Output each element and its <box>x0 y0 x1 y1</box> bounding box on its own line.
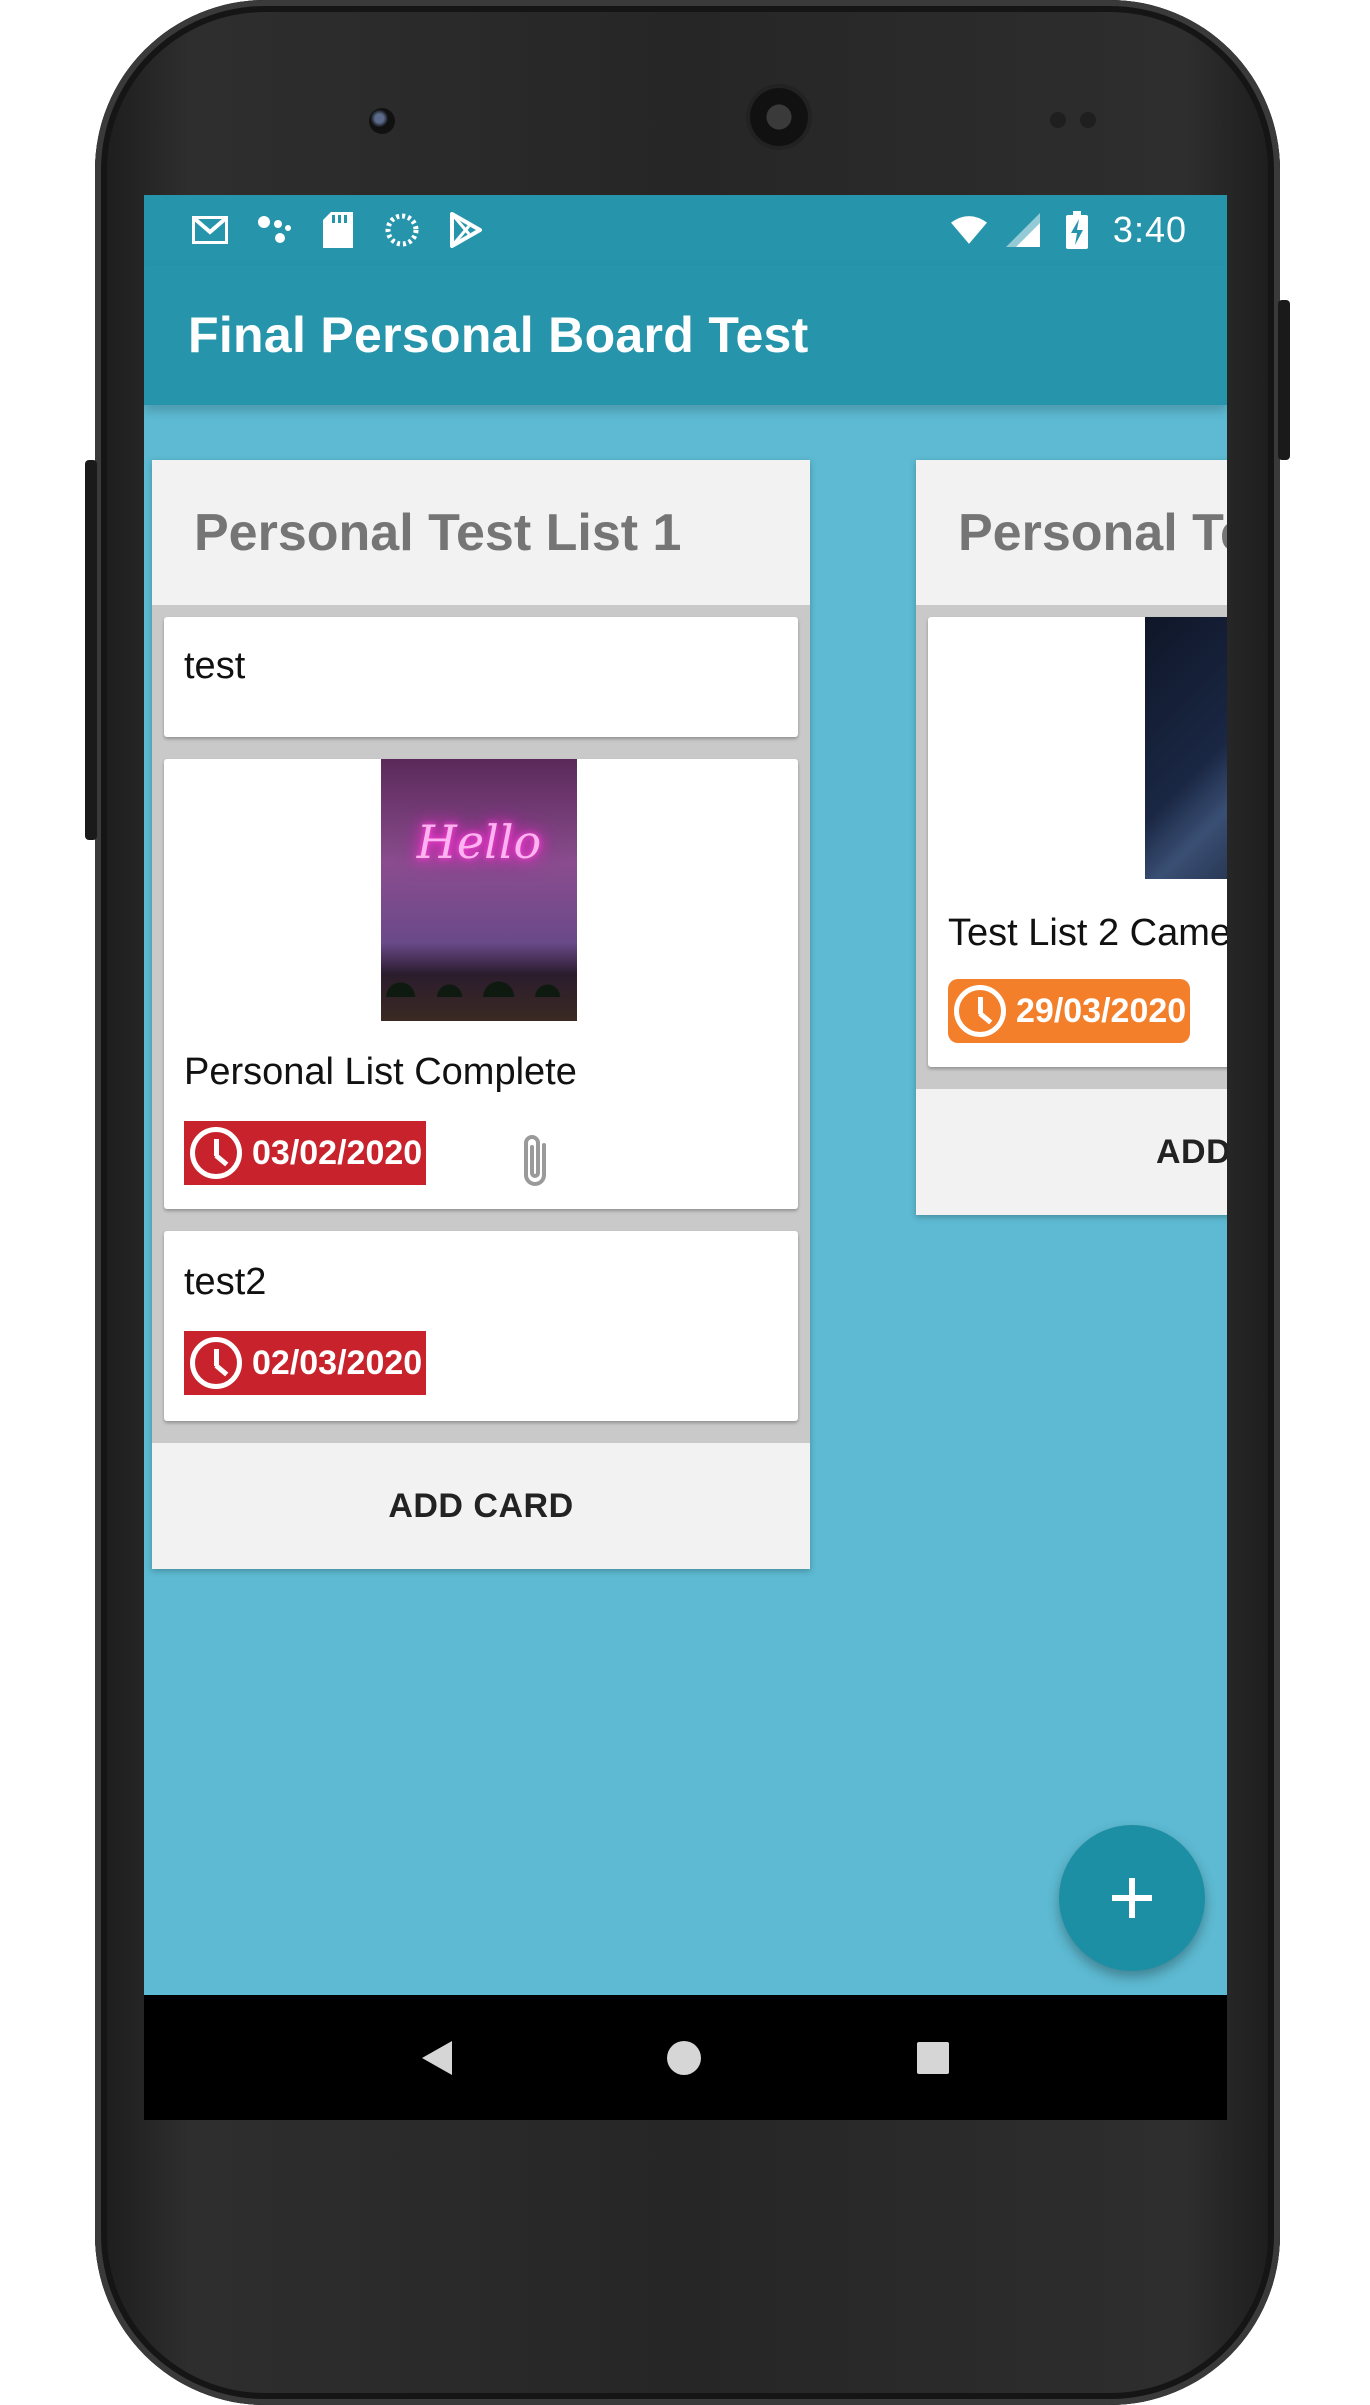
status-time: 3:40 <box>1112 209 1187 250</box>
dark-room-image <box>1145 617 1227 879</box>
card-title: test <box>184 645 246 687</box>
gmail-icon <box>192 212 228 248</box>
back-icon[interactable] <box>421 2040 452 2075</box>
list-column: Personal Te Test List 2 Came 29/03/2020 … <box>916 460 1227 1215</box>
front-camera <box>369 108 395 134</box>
battery-charging-icon <box>1059 211 1095 249</box>
earpiece-speaker <box>750 88 808 146</box>
light-sensor <box>1080 112 1096 128</box>
list-header[interactable]: Personal Te <box>916 460 1227 605</box>
due-date: 03/02/2020 <box>252 1133 423 1172</box>
card-title: test2 <box>184 1261 267 1303</box>
card[interactable]: test <box>164 617 798 737</box>
list-column: Personal Test List 1 test Hello Personal… <box>152 460 810 1569</box>
due-date-badge: 02/03/2020 <box>184 1331 427 1395</box>
navigation-bar <box>144 1995 1227 2120</box>
list-body: test Hello Personal List Complete 03/02/… <box>152 605 810 1421</box>
screen: 3:40 Final Personal Board Test Personal … <box>144 195 1227 2120</box>
tree-silhouette <box>381 975 577 997</box>
clock-icon <box>190 1337 242 1389</box>
board-title: Final Personal Board Test <box>188 307 809 363</box>
plus-icon <box>1112 1878 1152 1918</box>
paperclip-icon <box>524 1135 546 1186</box>
card[interactable]: Test List 2 Came 29/03/2020 <box>928 617 1227 1067</box>
dots-icon <box>256 212 292 248</box>
list-body: Test List 2 Came 29/03/2020 <box>916 605 1227 1067</box>
status-bar: 3:40 <box>144 195 1227 265</box>
wifi-icon <box>950 212 987 248</box>
due-date: 02/03/2020 <box>252 1343 423 1382</box>
clock-icon <box>954 985 1006 1037</box>
neon-hello-text: Hello <box>416 815 542 869</box>
recents-icon[interactable] <box>917 2041 950 2074</box>
due-date-badge: 03/02/2020 <box>184 1121 427 1185</box>
neon-hello-image: Hello <box>381 759 577 1021</box>
card-title: Personal List Complete <box>184 1051 577 1093</box>
app-bar: Final Personal Board Test <box>144 265 1227 405</box>
card[interactable]: test2 02/03/2020 <box>164 1231 798 1421</box>
list-header[interactable]: Personal Test List 1 <box>152 460 810 605</box>
card[interactable]: Hello Personal List Complete 03/02/2020 <box>164 759 798 1209</box>
list-title: Personal Te <box>958 503 1227 562</box>
home-icon[interactable] <box>667 2040 702 2075</box>
add-list-button[interactable] <box>1059 1825 1205 1971</box>
due-date: 29/03/2020 <box>1016 991 1187 1030</box>
signal-icon <box>1005 212 1041 248</box>
list-title: Personal Test List 1 <box>194 503 682 562</box>
clock-icon <box>190 1127 242 1179</box>
power-button <box>85 460 97 840</box>
add-card-button[interactable]: ADD CARD <box>152 1443 810 1569</box>
card-title: Test List 2 Came <box>948 912 1227 954</box>
volume-button <box>1278 300 1290 460</box>
sync-icon <box>384 212 420 248</box>
sd-card-icon <box>320 212 356 248</box>
add-card-button[interactable]: ADD <box>916 1089 1227 1215</box>
due-date-badge: 29/03/2020 <box>948 979 1191 1043</box>
proximity-sensor <box>1050 112 1066 128</box>
play-store-icon <box>448 212 484 248</box>
